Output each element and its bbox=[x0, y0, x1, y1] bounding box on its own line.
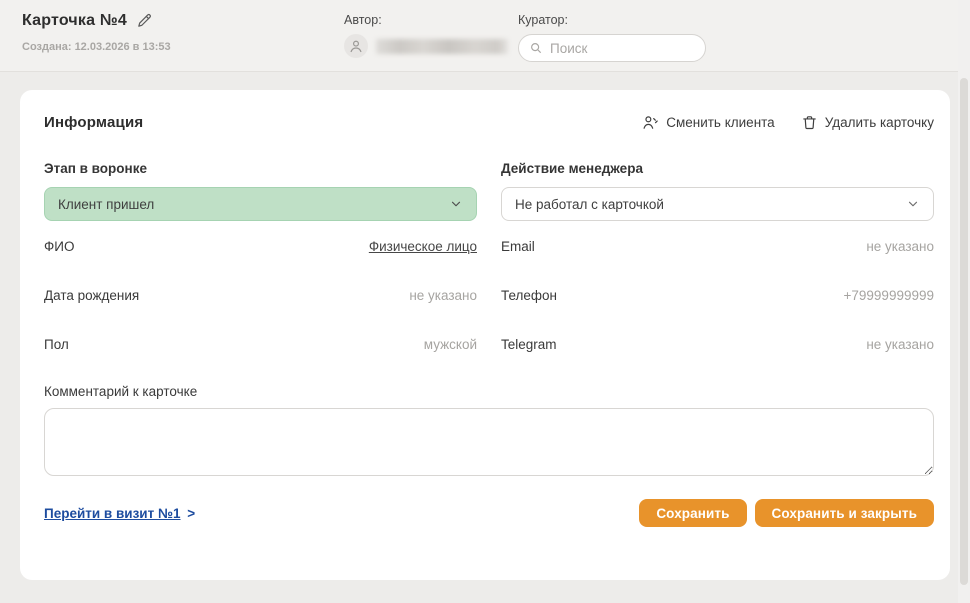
change-client-label: Сменить клиента bbox=[666, 115, 774, 130]
curator-search-input[interactable] bbox=[550, 41, 690, 56]
main-area: Информация Сменить клиента bbox=[0, 72, 970, 580]
info-title: Информация bbox=[44, 114, 143, 131]
right-column: Действие менеджера Не работал с карточко… bbox=[501, 161, 934, 368]
funnel-stage-select[interactable]: Клиент пришел bbox=[44, 187, 477, 221]
topbar: Карточка №4 Создана: 12.03.2026 в 13:53 … bbox=[0, 0, 970, 72]
author-avatar bbox=[344, 34, 368, 58]
telegram-value: не указано bbox=[866, 337, 934, 352]
email-value: не указано bbox=[866, 239, 934, 254]
created-date: Создана: 12.03.2026 в 13:53 bbox=[22, 41, 344, 53]
field-row-gender: Пол мужской bbox=[44, 320, 477, 368]
field-row-phone: Телефон +79999999999 bbox=[501, 271, 934, 319]
birthdate-value: не указано bbox=[409, 288, 477, 303]
field-row-birthdate: Дата рождения не указано bbox=[44, 271, 477, 319]
birthdate-label: Дата рождения bbox=[44, 288, 139, 303]
vertical-scrollbar[interactable] bbox=[958, 0, 970, 603]
page-title: Карточка №4 bbox=[22, 12, 127, 30]
chevron-down-icon bbox=[449, 197, 463, 211]
phone-label: Телефон bbox=[501, 288, 557, 303]
visit-link-label: Перейти в визит №1 bbox=[44, 506, 181, 521]
field-row-email: Email не указано bbox=[501, 222, 934, 270]
scrollbar-thumb[interactable] bbox=[960, 78, 968, 585]
gender-label: Пол bbox=[44, 337, 69, 352]
comment-textarea[interactable] bbox=[44, 408, 934, 476]
author-name-redacted bbox=[376, 39, 508, 54]
manager-action-value: Не работал с карточкой bbox=[515, 197, 664, 212]
comment-label: Комментарий к карточке bbox=[44, 384, 934, 399]
visit-link[interactable]: Перейти в визит №1 > bbox=[44, 506, 195, 521]
trash-icon bbox=[801, 114, 818, 131]
delete-card-button[interactable]: Удалить карточку bbox=[801, 114, 934, 131]
edit-title-icon[interactable] bbox=[136, 12, 153, 29]
field-row-fio: ФИО Физическое лицо bbox=[44, 222, 477, 270]
person-icon bbox=[348, 38, 364, 54]
card-title-block: Карточка №4 Создана: 12.03.2026 в 13:53 bbox=[22, 12, 344, 53]
change-client-button[interactable]: Сменить клиента bbox=[642, 114, 774, 131]
fio-value-link[interactable]: Физическое лицо bbox=[369, 239, 477, 254]
curator-search[interactable] bbox=[518, 34, 706, 62]
info-card: Информация Сменить клиента bbox=[20, 90, 950, 580]
field-row-telegram: Telegram не указано bbox=[501, 320, 934, 368]
curator-label: Куратор: bbox=[518, 13, 706, 27]
delete-card-label: Удалить карточку bbox=[825, 115, 934, 130]
chevron-down-icon bbox=[906, 197, 920, 211]
save-close-button[interactable]: Сохранить и закрыть bbox=[755, 499, 934, 527]
visit-link-arrow: > bbox=[187, 506, 195, 521]
save-button[interactable]: Сохранить bbox=[639, 499, 746, 527]
funnel-stage-value: Клиент пришел bbox=[58, 197, 154, 212]
email-label: Email bbox=[501, 239, 535, 254]
curator-block: Куратор: bbox=[518, 12, 706, 62]
phone-value: +79999999999 bbox=[844, 288, 934, 303]
left-column: Этап в воронке Клиент пришел ФИО Физичес… bbox=[44, 161, 477, 368]
author-label: Автор: bbox=[344, 13, 518, 27]
funnel-stage-label: Этап в воронке bbox=[44, 161, 477, 176]
manager-action-label: Действие менеджера bbox=[501, 161, 934, 176]
telegram-label: Telegram bbox=[501, 337, 557, 352]
manager-action-select[interactable]: Не работал с карточкой bbox=[501, 187, 934, 221]
fio-label: ФИО bbox=[44, 239, 74, 254]
gender-value: мужской bbox=[424, 337, 477, 352]
search-icon bbox=[529, 41, 543, 55]
author-block: Автор: bbox=[344, 12, 518, 58]
person-switch-icon bbox=[642, 114, 659, 131]
